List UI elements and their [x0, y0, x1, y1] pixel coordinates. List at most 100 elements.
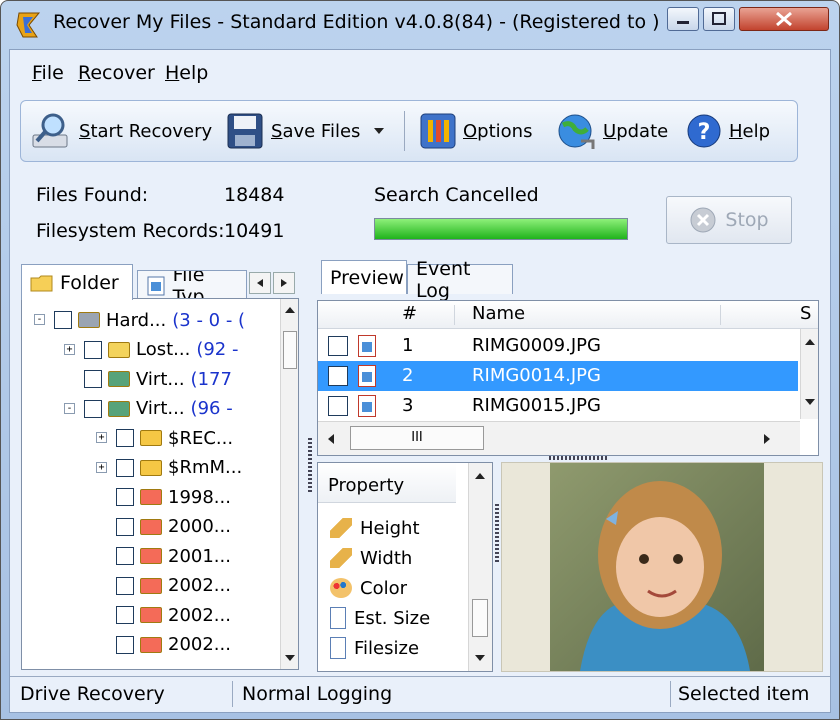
menu-file[interactable]: File — [32, 62, 64, 84]
preview-splitter-grip[interactable] — [495, 504, 499, 564]
scroll-right-icon[interactable] — [760, 430, 774, 448]
tree-item[interactable]: Lost... (92 - — [84, 337, 238, 363]
menu-help[interactable]: Help — [165, 62, 208, 84]
property-scrollbar[interactable] — [468, 463, 492, 671]
preview-image — [550, 463, 764, 671]
tab-scroll-right-button[interactable] — [273, 272, 295, 294]
stop-button[interactable]: Stop — [666, 196, 792, 244]
tab-scroll-left-button[interactable] — [249, 272, 271, 294]
folder-icon — [140, 518, 162, 535]
tree-item-checkbox[interactable] — [116, 606, 134, 624]
tree-item[interactable]: 2002... — [116, 602, 231, 628]
tree-item-checkbox[interactable] — [116, 635, 134, 654]
minimize-button[interactable] — [667, 7, 699, 31]
column-number[interactable]: # — [402, 303, 417, 324]
maximize-button[interactable] — [703, 7, 735, 31]
property-item[interactable]: Color — [330, 575, 407, 601]
dropdown-arrow-icon[interactable] — [372, 126, 386, 136]
scroll-up-icon[interactable] — [801, 335, 819, 349]
tree-item-checkbox[interactable] — [116, 547, 134, 565]
tab-folder[interactable]: Folder — [21, 264, 133, 300]
row-checkbox[interactable] — [328, 396, 348, 416]
status-selection: Selected item — [678, 683, 810, 705]
update-button[interactable]: Update — [555, 109, 668, 153]
tree-item-checkbox[interactable] — [54, 311, 72, 329]
tree-item-count: (177 — [190, 368, 232, 390]
property-item[interactable]: Est. Size — [330, 605, 430, 631]
row-checkbox[interactable] — [328, 336, 348, 356]
property-item[interactable]: Filesize — [330, 635, 419, 661]
scroll-down-icon[interactable] — [469, 651, 491, 665]
property-header[interactable]: Property — [318, 463, 456, 503]
scroll-down-icon[interactable] — [281, 651, 299, 665]
column-size[interactable]: S — [800, 303, 811, 324]
hscroll-thumb[interactable]: III — [350, 426, 484, 450]
folder-icon — [30, 275, 53, 291]
tree-item-checkbox[interactable] — [116, 517, 134, 536]
file-list-scrollbar[interactable] — [800, 329, 818, 419]
tab-preview[interactable]: Preview — [321, 260, 407, 294]
tree-item[interactable]: 2000... — [116, 514, 231, 540]
options-button[interactable]: Options — [419, 109, 532, 153]
tree-expander[interactable]: - — [64, 402, 75, 414]
tree-scroll-thumb[interactable] — [283, 331, 297, 369]
tree-expander[interactable]: + — [96, 461, 107, 473]
close-icon — [776, 11, 792, 27]
table-row[interactable]: 2 RIMG0014.JPG — [318, 361, 798, 391]
tree-item[interactable]: 2002... — [116, 573, 231, 599]
start-recovery-button[interactable]: Start Recovery — [31, 109, 212, 153]
tree-item-checkbox[interactable] — [116, 488, 134, 506]
tree-item[interactable]: $REC... — [116, 425, 233, 451]
property-item[interactable]: Width — [330, 545, 412, 571]
splitter-grip[interactable] — [308, 438, 312, 494]
tree-expander[interactable]: - — [34, 314, 45, 325]
status-logging: Normal Logging — [242, 683, 393, 705]
tab-file-type[interactable]: File Typ — [137, 270, 247, 300]
jpg-file-icon — [358, 365, 376, 387]
tree-item-checkbox[interactable] — [84, 399, 102, 418]
tree-item-label: $REC... — [168, 427, 234, 449]
close-button[interactable] — [739, 7, 829, 31]
start-recovery-accel: S — [79, 120, 91, 142]
menu-recover[interactable]: Recover — [78, 62, 155, 84]
tree-scrollbar[interactable] — [280, 299, 298, 669]
tree-item[interactable]: 1998... — [116, 484, 231, 510]
tree-expander[interactable]: + — [96, 432, 107, 443]
save-files-button[interactable]: Save Files — [225, 109, 386, 153]
help-button[interactable]: ? Help — [685, 109, 770, 153]
scroll-up-icon[interactable] — [469, 469, 491, 483]
scroll-left-icon[interactable] — [324, 430, 338, 448]
tree-item-checkbox[interactable] — [84, 370, 102, 388]
tree-item-label: $RmM... — [168, 457, 243, 478]
tab-scroll — [249, 272, 297, 294]
table-row[interactable]: 3 RIMG0015.JPG — [318, 391, 798, 421]
folder-tree[interactable]: - Hard... (3 - 0 - (+ Lost... (92 - Virt... (1… — [21, 298, 299, 670]
row-checkbox[interactable] — [328, 366, 348, 386]
tab-event-log-label: Event Log — [416, 257, 471, 302]
start-recovery-icon — [32, 113, 68, 148]
file-list[interactable]: # Name S 1 RIMG0009.JPG 2 RIMG0014.JPG 3 RIMG… — [317, 300, 819, 456]
tree-item[interactable]: $RmM... — [116, 455, 242, 481]
tree-item[interactable]: Hard... (3 - 0 - ( — [54, 307, 245, 333]
scroll-up-icon[interactable] — [281, 303, 299, 317]
image-preview — [501, 462, 823, 672]
horizontal-splitter-grip[interactable] — [549, 456, 609, 460]
property-scroll-thumb[interactable] — [472, 599, 488, 637]
scroll-down-icon[interactable] — [801, 395, 819, 409]
property-item[interactable]: Height — [330, 515, 420, 541]
tree-item-checkbox[interactable] — [116, 429, 134, 447]
table-row[interactable]: 1 RIMG0009.JPG — [318, 331, 798, 361]
file-list-hscrollbar[interactable]: III — [318, 421, 800, 455]
tree-item[interactable]: Virt... (96 - — [84, 396, 233, 422]
tab-event-log[interactable]: Event Log — [407, 258, 513, 302]
tree-item[interactable]: Virt... (177 — [84, 366, 232, 392]
tree-item-checkbox[interactable] — [84, 340, 102, 359]
filesystem-records-value: 10491 — [224, 220, 285, 242]
tree-item-checkbox[interactable] — [116, 576, 134, 595]
tree-expander[interactable]: + — [64, 343, 75, 355]
tree-item-checkbox[interactable] — [116, 458, 134, 477]
title-bar[interactable]: Recover My Files - Standard Edition v4.0… — [1, 1, 839, 49]
tree-item[interactable]: 2001... — [116, 543, 231, 569]
column-name[interactable]: Name — [472, 303, 525, 324]
tree-item[interactable]: 2002... — [116, 632, 231, 658]
